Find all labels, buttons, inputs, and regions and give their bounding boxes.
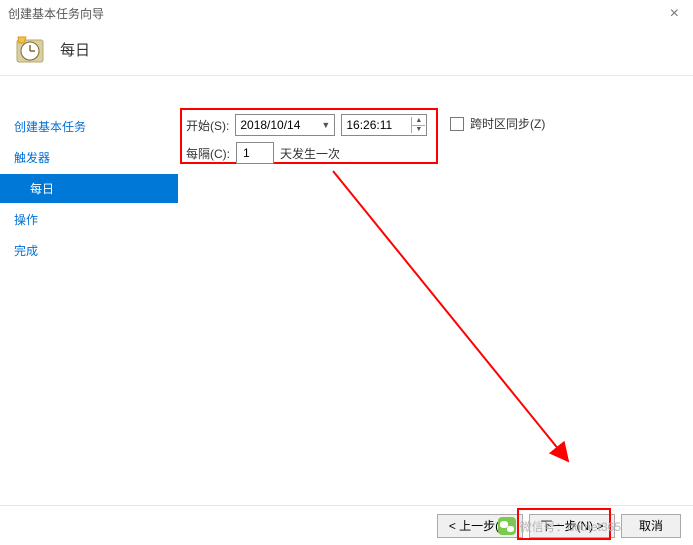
- sidebar-item-finish[interactable]: 完成: [0, 236, 178, 265]
- row-start: 开始(S): 2018/10/14 ▼ 16:26:11 ▲ ▼: [186, 114, 427, 136]
- time-input[interactable]: 16:26:11 ▲ ▼: [341, 114, 427, 136]
- interval-label: 每隔(C):: [186, 145, 230, 162]
- chevron-down-icon: ▼: [321, 120, 330, 130]
- wizard-sidebar: 创建基本任务 触发器 每日 操作 完成: [0, 76, 178, 505]
- start-label: 开始(S):: [186, 117, 229, 134]
- wizard-body: 创建基本任务 触发器 每日 操作 完成 开始(S): 2018/10/14 ▼ …: [0, 76, 693, 505]
- spin-down-icon[interactable]: ▼: [412, 126, 425, 134]
- close-icon[interactable]: ×: [664, 5, 685, 23]
- row-sync: 跨时区同步(Z): [450, 115, 545, 132]
- sidebar-item-daily[interactable]: 每日: [0, 174, 178, 203]
- sidebar-item-label: 完成: [14, 244, 38, 258]
- time-value: 16:26:11: [346, 118, 392, 132]
- interval-input[interactable]: 1: [236, 142, 274, 164]
- wechat-icon: [498, 517, 516, 535]
- sidebar-item-label: 每日: [30, 182, 54, 196]
- spin-up-icon[interactable]: ▲: [412, 117, 425, 126]
- sync-label: 跨时区同步(Z): [470, 115, 545, 132]
- clock-icon: [14, 34, 46, 66]
- sync-checkbox[interactable]: [450, 117, 464, 131]
- wizard-header: 每日: [0, 24, 693, 76]
- page-title: 每日: [60, 39, 90, 60]
- sidebar-item-action[interactable]: 操作: [0, 205, 178, 234]
- date-input[interactable]: 2018/10/14 ▼: [235, 114, 335, 136]
- interval-value: 1: [243, 146, 250, 160]
- wechat-badge: 微信号：dotnet365: [498, 517, 621, 535]
- sidebar-item-label: 操作: [14, 213, 38, 227]
- wechat-text: 微信号：dotnet365: [520, 518, 621, 535]
- cancel-button[interactable]: 取消: [621, 514, 681, 538]
- time-spinner[interactable]: ▲ ▼: [411, 117, 425, 133]
- interval-suffix: 天发生一次: [280, 145, 340, 162]
- wizard-content: 开始(S): 2018/10/14 ▼ 16:26:11 ▲ ▼ 跨时区同步(Z…: [178, 76, 693, 505]
- sidebar-item-label: 触发器: [14, 151, 50, 165]
- row-interval: 每隔(C): 1 天发生一次: [186, 142, 340, 164]
- date-value: 2018/10/14: [240, 118, 300, 132]
- window-title: 创建基本任务向导: [8, 5, 104, 22]
- title-bar: 创建基本任务向导 ×: [0, 0, 693, 24]
- sidebar-item-trigger[interactable]: 触发器: [0, 143, 178, 172]
- wechat-id: dotnet365: [568, 520, 621, 534]
- sidebar-item-create-task[interactable]: 创建基本任务: [0, 112, 178, 141]
- sidebar-item-label: 创建基本任务: [14, 120, 86, 134]
